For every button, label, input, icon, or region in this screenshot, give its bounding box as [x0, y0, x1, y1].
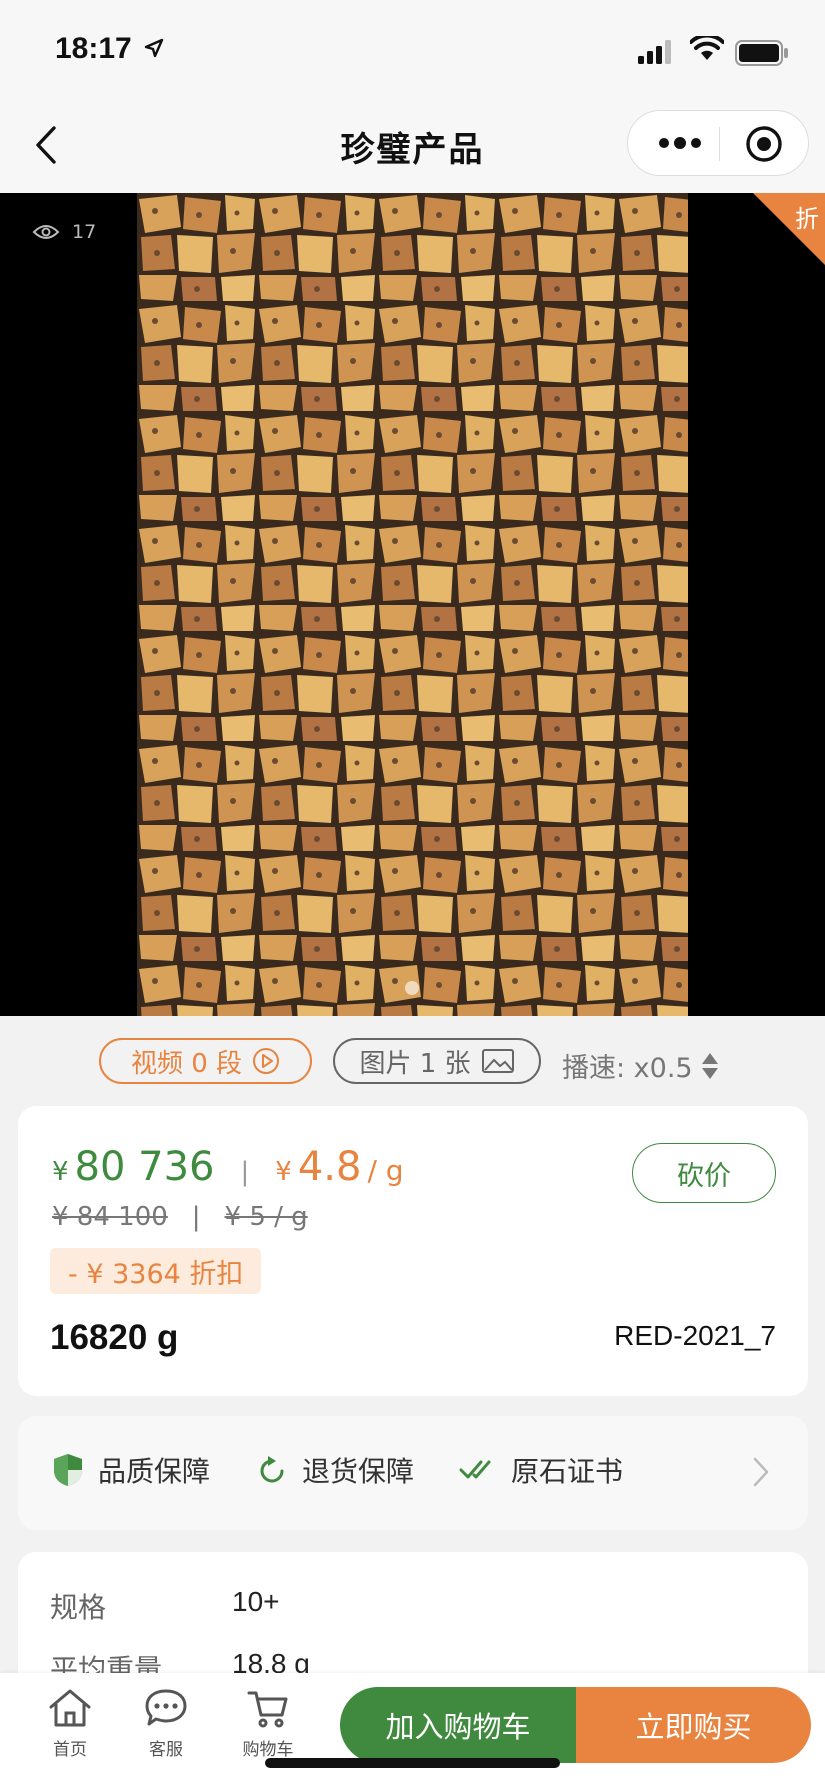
price-separator: |	[191, 1202, 201, 1232]
price-separator: |	[240, 1157, 250, 1187]
buy-now-button[interactable]: 立即购买	[576, 1687, 811, 1763]
up-down-caret-icon	[701, 1052, 718, 1079]
discount-corner-badge: 折	[745, 193, 825, 273]
return-guarantee: 退货保障	[258, 1450, 414, 1490]
playback-speed-select[interactable]: 播速: x0.5	[562, 1046, 719, 1085]
carousel-indicator	[405, 981, 419, 995]
play-circle-icon	[253, 1048, 280, 1074]
tab-home-label: 首页	[53, 1740, 87, 1760]
nav-bar: 珍璧产品	[0, 100, 825, 193]
home-indicator	[265, 1758, 560, 1768]
battery-icon	[735, 40, 788, 66]
shield-icon	[54, 1454, 82, 1486]
home-icon	[49, 1689, 91, 1727]
certificate-guarantee: 原石证书	[459, 1450, 623, 1490]
tab-cart-label: 购物车	[242, 1740, 294, 1760]
tab-cart[interactable]: 购物车	[228, 1687, 308, 1760]
more-dots-icon[interactable]	[658, 131, 702, 155]
image-tab-button[interactable]: 图片 1 张	[333, 1038, 541, 1084]
close-target-icon[interactable]	[745, 125, 783, 163]
cart-icon	[247, 1691, 288, 1728]
spec-value: 10+	[232, 1586, 280, 1617]
video-tab-label: 视频 0 段	[130, 1048, 243, 1079]
quality-guarantee-label: 品质保障	[98, 1455, 211, 1488]
status-bar: 18:17	[0, 0, 825, 100]
total-price-value: 80 736	[74, 1144, 215, 1190]
bottom-action-bar: 首页 客服 购物车 加入购物车 立即购买	[0, 1673, 825, 1785]
view-count: 17	[32, 221, 96, 243]
eye-icon	[32, 225, 60, 239]
product-weight: 16820 g	[50, 1318, 179, 1357]
corner-badge-text: 折	[795, 205, 819, 233]
product-sku: RED-2021_7	[614, 1320, 776, 1351]
refresh-icon	[260, 1456, 284, 1483]
total-price: ¥80 736	[52, 1144, 215, 1190]
currency-symbol: ¥	[275, 1157, 292, 1187]
return-guarantee-label: 退货保障	[302, 1455, 415, 1488]
status-time: 18:17	[55, 32, 132, 65]
chat-icon	[145, 1689, 187, 1726]
cellular-signal-icon	[638, 40, 671, 64]
spec-key: 规格	[50, 1591, 107, 1624]
media-controls: 视频 0 段 图片 1 张 播速: x0.5	[0, 1016, 825, 1106]
image-tab-label: 图片 1 张	[359, 1048, 471, 1079]
tab-customer-service-label: 客服	[149, 1740, 183, 1760]
product-media[interactable]: 17 折	[0, 193, 825, 1016]
wifi-icon	[690, 36, 724, 60]
bargain-button[interactable]: 砍价	[632, 1143, 776, 1203]
price-line: ¥80 736 | ¥4.8/ g	[52, 1144, 404, 1190]
product-photo	[137, 193, 688, 1016]
spec-row: 规格 10+	[50, 1586, 280, 1626]
tab-customer-service[interactable]: 客服	[126, 1687, 206, 1760]
capsule-divider	[719, 127, 720, 161]
image-icon	[481, 1049, 514, 1073]
tab-home[interactable]: 首页	[30, 1687, 110, 1760]
currency-symbol: ¥	[52, 1157, 69, 1187]
certificate-guarantee-label: 原石证书	[511, 1455, 624, 1488]
guarantee-card[interactable]: 品质保障 退货保障 原石证书	[18, 1416, 808, 1530]
original-total-price: ¥ 84 100	[52, 1202, 168, 1232]
quality-guarantee: 品质保障	[52, 1450, 210, 1490]
unit-price-value: 4.8	[297, 1144, 362, 1190]
discount-badge: - ¥ 3364 折扣	[50, 1248, 262, 1294]
location-arrow-icon	[144, 38, 164, 58]
double-check-icon	[459, 1460, 491, 1479]
price-card: ¥80 736 | ¥4.8/ g ¥ 84 100 | ¥ 5 / g - ¥…	[18, 1106, 808, 1396]
original-price-line: ¥ 84 100 | ¥ 5 / g	[52, 1202, 308, 1232]
miniprogram-capsule	[627, 110, 809, 176]
unit-price: ¥4.8/ g	[275, 1144, 403, 1190]
chevron-right-icon	[753, 1457, 769, 1487]
original-unit-price: ¥ 5 / g	[224, 1202, 308, 1232]
view-count-value: 17	[72, 221, 97, 243]
unit-label: / g	[367, 1154, 404, 1187]
add-to-cart-button[interactable]: 加入购物车	[340, 1687, 576, 1763]
speed-label: 播速: x0.5	[562, 1053, 693, 1084]
video-tab-button[interactable]: 视频 0 段	[99, 1038, 312, 1084]
